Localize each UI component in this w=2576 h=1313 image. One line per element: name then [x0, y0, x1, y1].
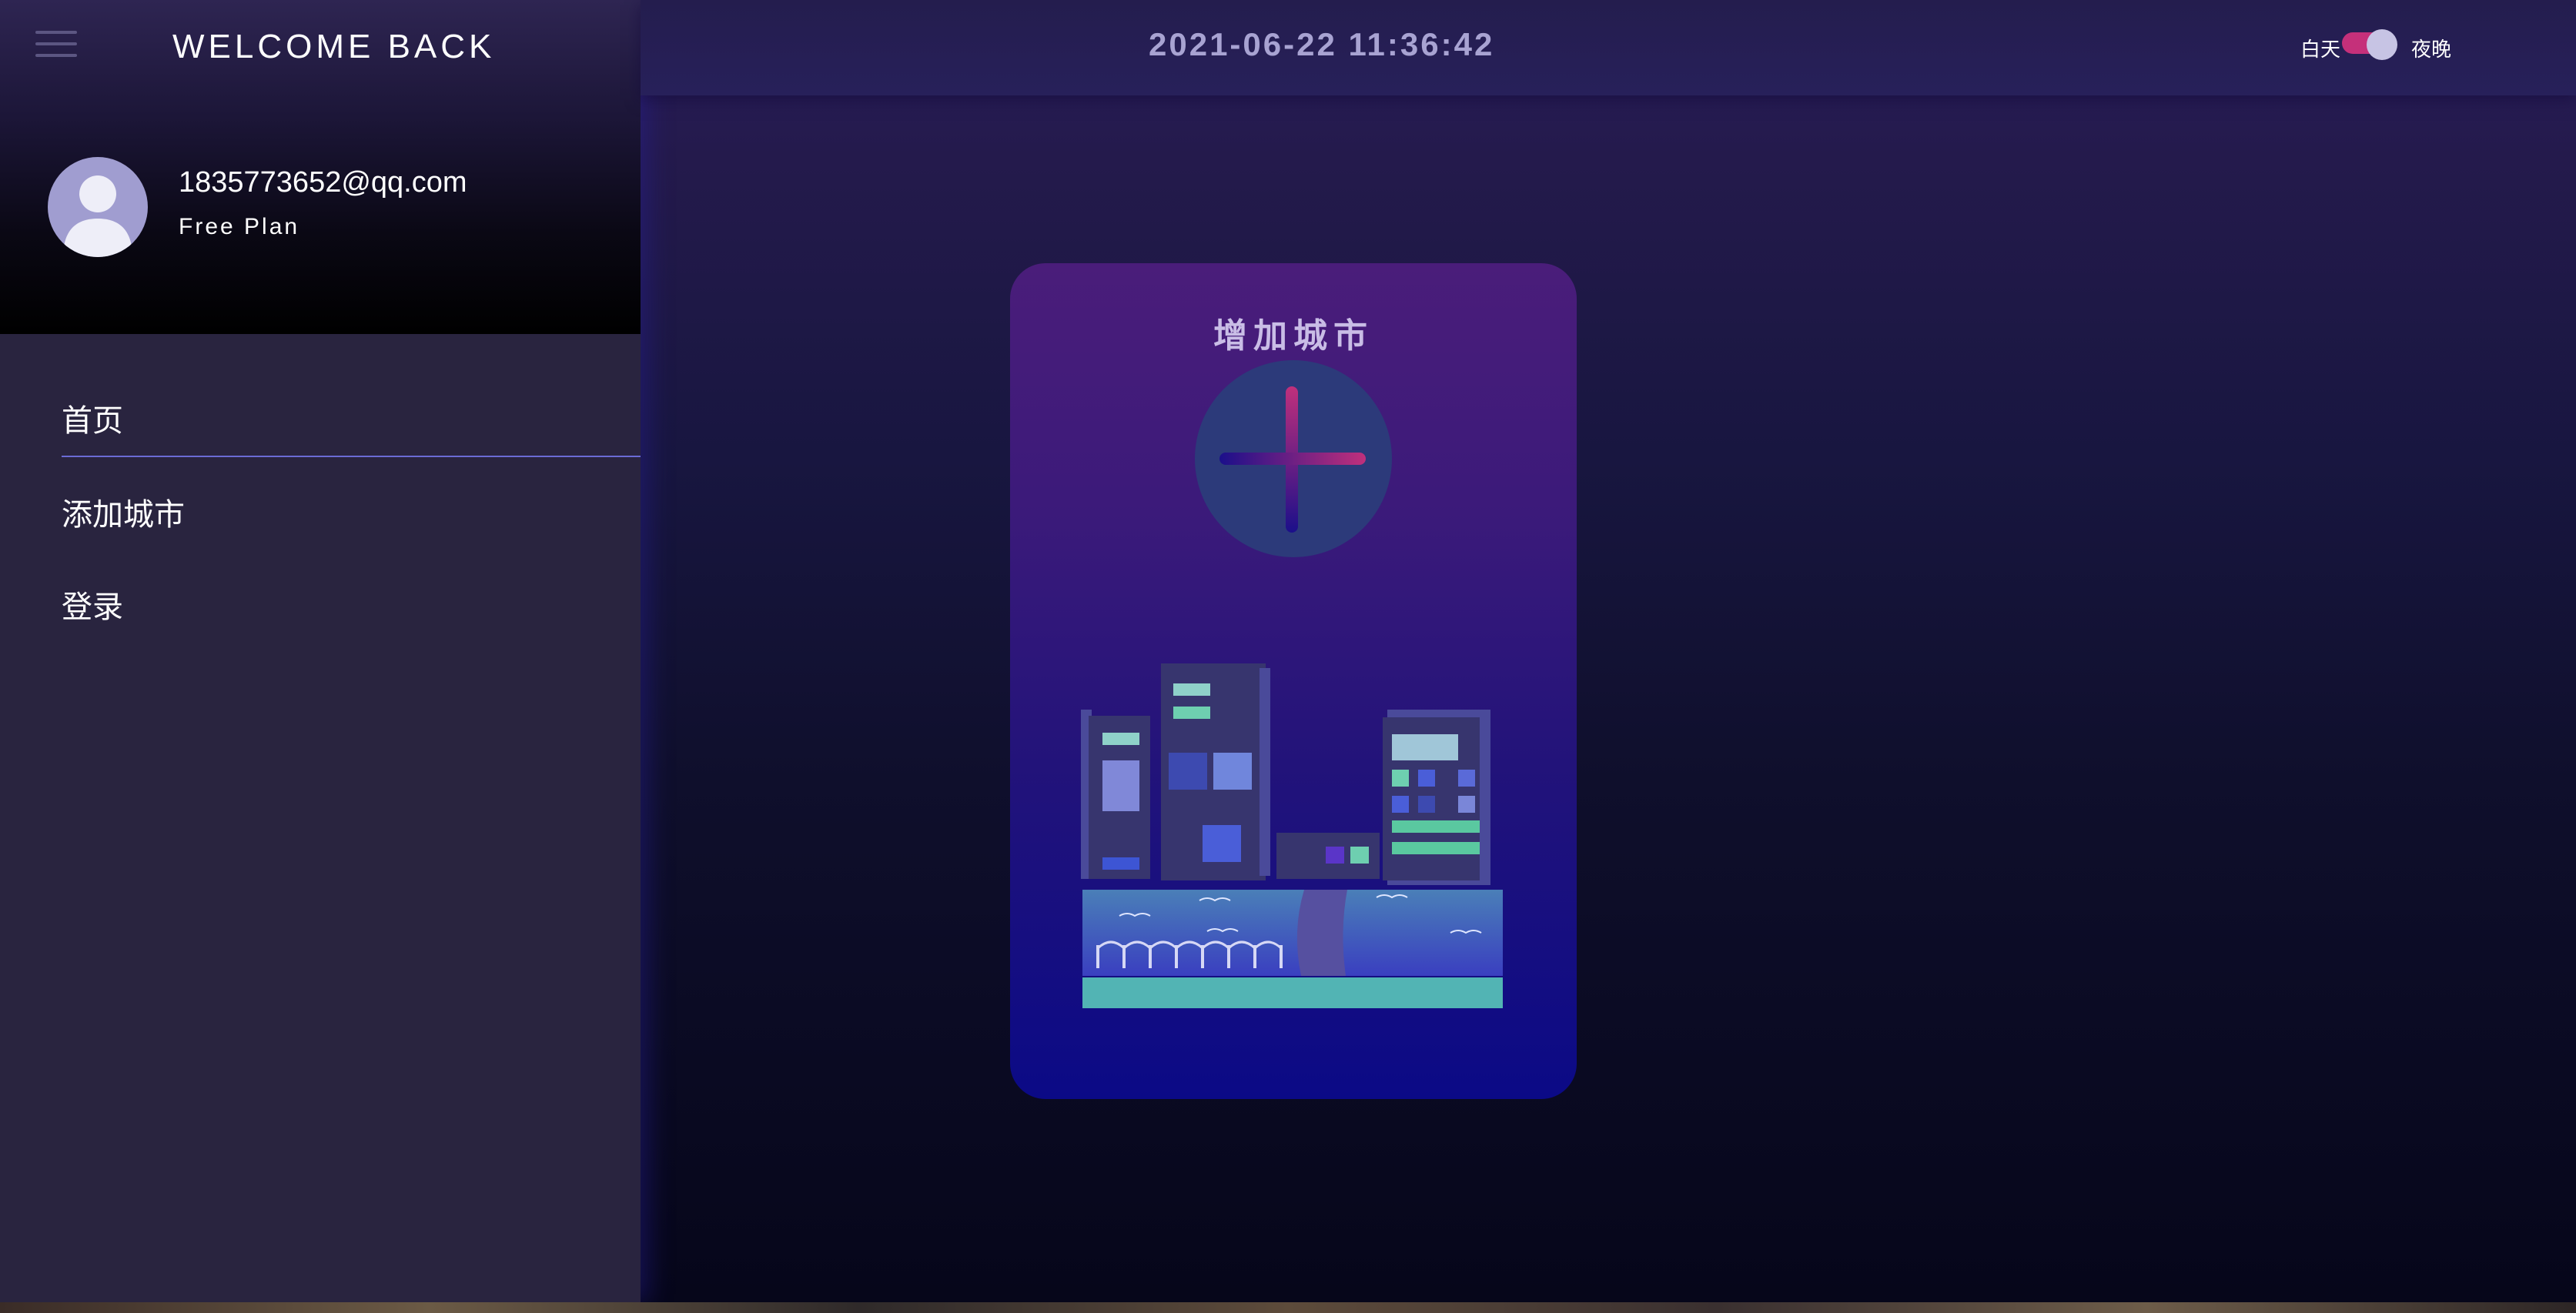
- user-email: 1835773652@qq.com: [179, 166, 467, 199]
- theme-toggle[interactable]: [2342, 29, 2397, 60]
- toggle-knob[interactable]: [2367, 29, 2397, 60]
- user-plan: Free Plan: [179, 214, 300, 239]
- add-city-button[interactable]: [1195, 360, 1392, 557]
- nav-item-home[interactable]: 首页: [62, 396, 123, 440]
- nav-active-underline: [62, 456, 641, 457]
- menu-icon[interactable]: [35, 31, 77, 58]
- city-skyline-illustration: [1081, 663, 1503, 1008]
- plus-icon: [1219, 386, 1366, 533]
- nav-item-login[interactable]: 登录: [62, 582, 123, 626]
- app-window: WELCOME BACK 1835773652@qq.com Free Plan…: [0, 0, 2576, 1302]
- sidebar-profile-panel: WELCOME BACK 1835773652@qq.com Free Plan: [0, 0, 641, 334]
- card-title: 增加城市: [1213, 316, 1373, 356]
- sidebar: WELCOME BACK 1835773652@qq.com Free Plan…: [0, 0, 641, 1302]
- nav-item-add-city[interactable]: 添加城市: [62, 489, 185, 534]
- night-mode-label: 夜晚: [2411, 38, 2452, 62]
- user-silhouette-icon: [63, 175, 132, 257]
- add-city-card[interactable]: 增加城市: [1010, 263, 1577, 1099]
- avatar: [48, 157, 148, 257]
- welcome-title: WELCOME BACK: [172, 28, 496, 65]
- city-illustration: [1081, 662, 1512, 1019]
- top-bar: 2021-06-22 11:36:42 白天 夜晚: [641, 0, 2576, 95]
- current-datetime: 2021-06-22 11:36:42: [1149, 26, 1495, 62]
- desktop-background-strip: [0, 1302, 2576, 1313]
- day-mode-label: 白天: [2300, 38, 2341, 62]
